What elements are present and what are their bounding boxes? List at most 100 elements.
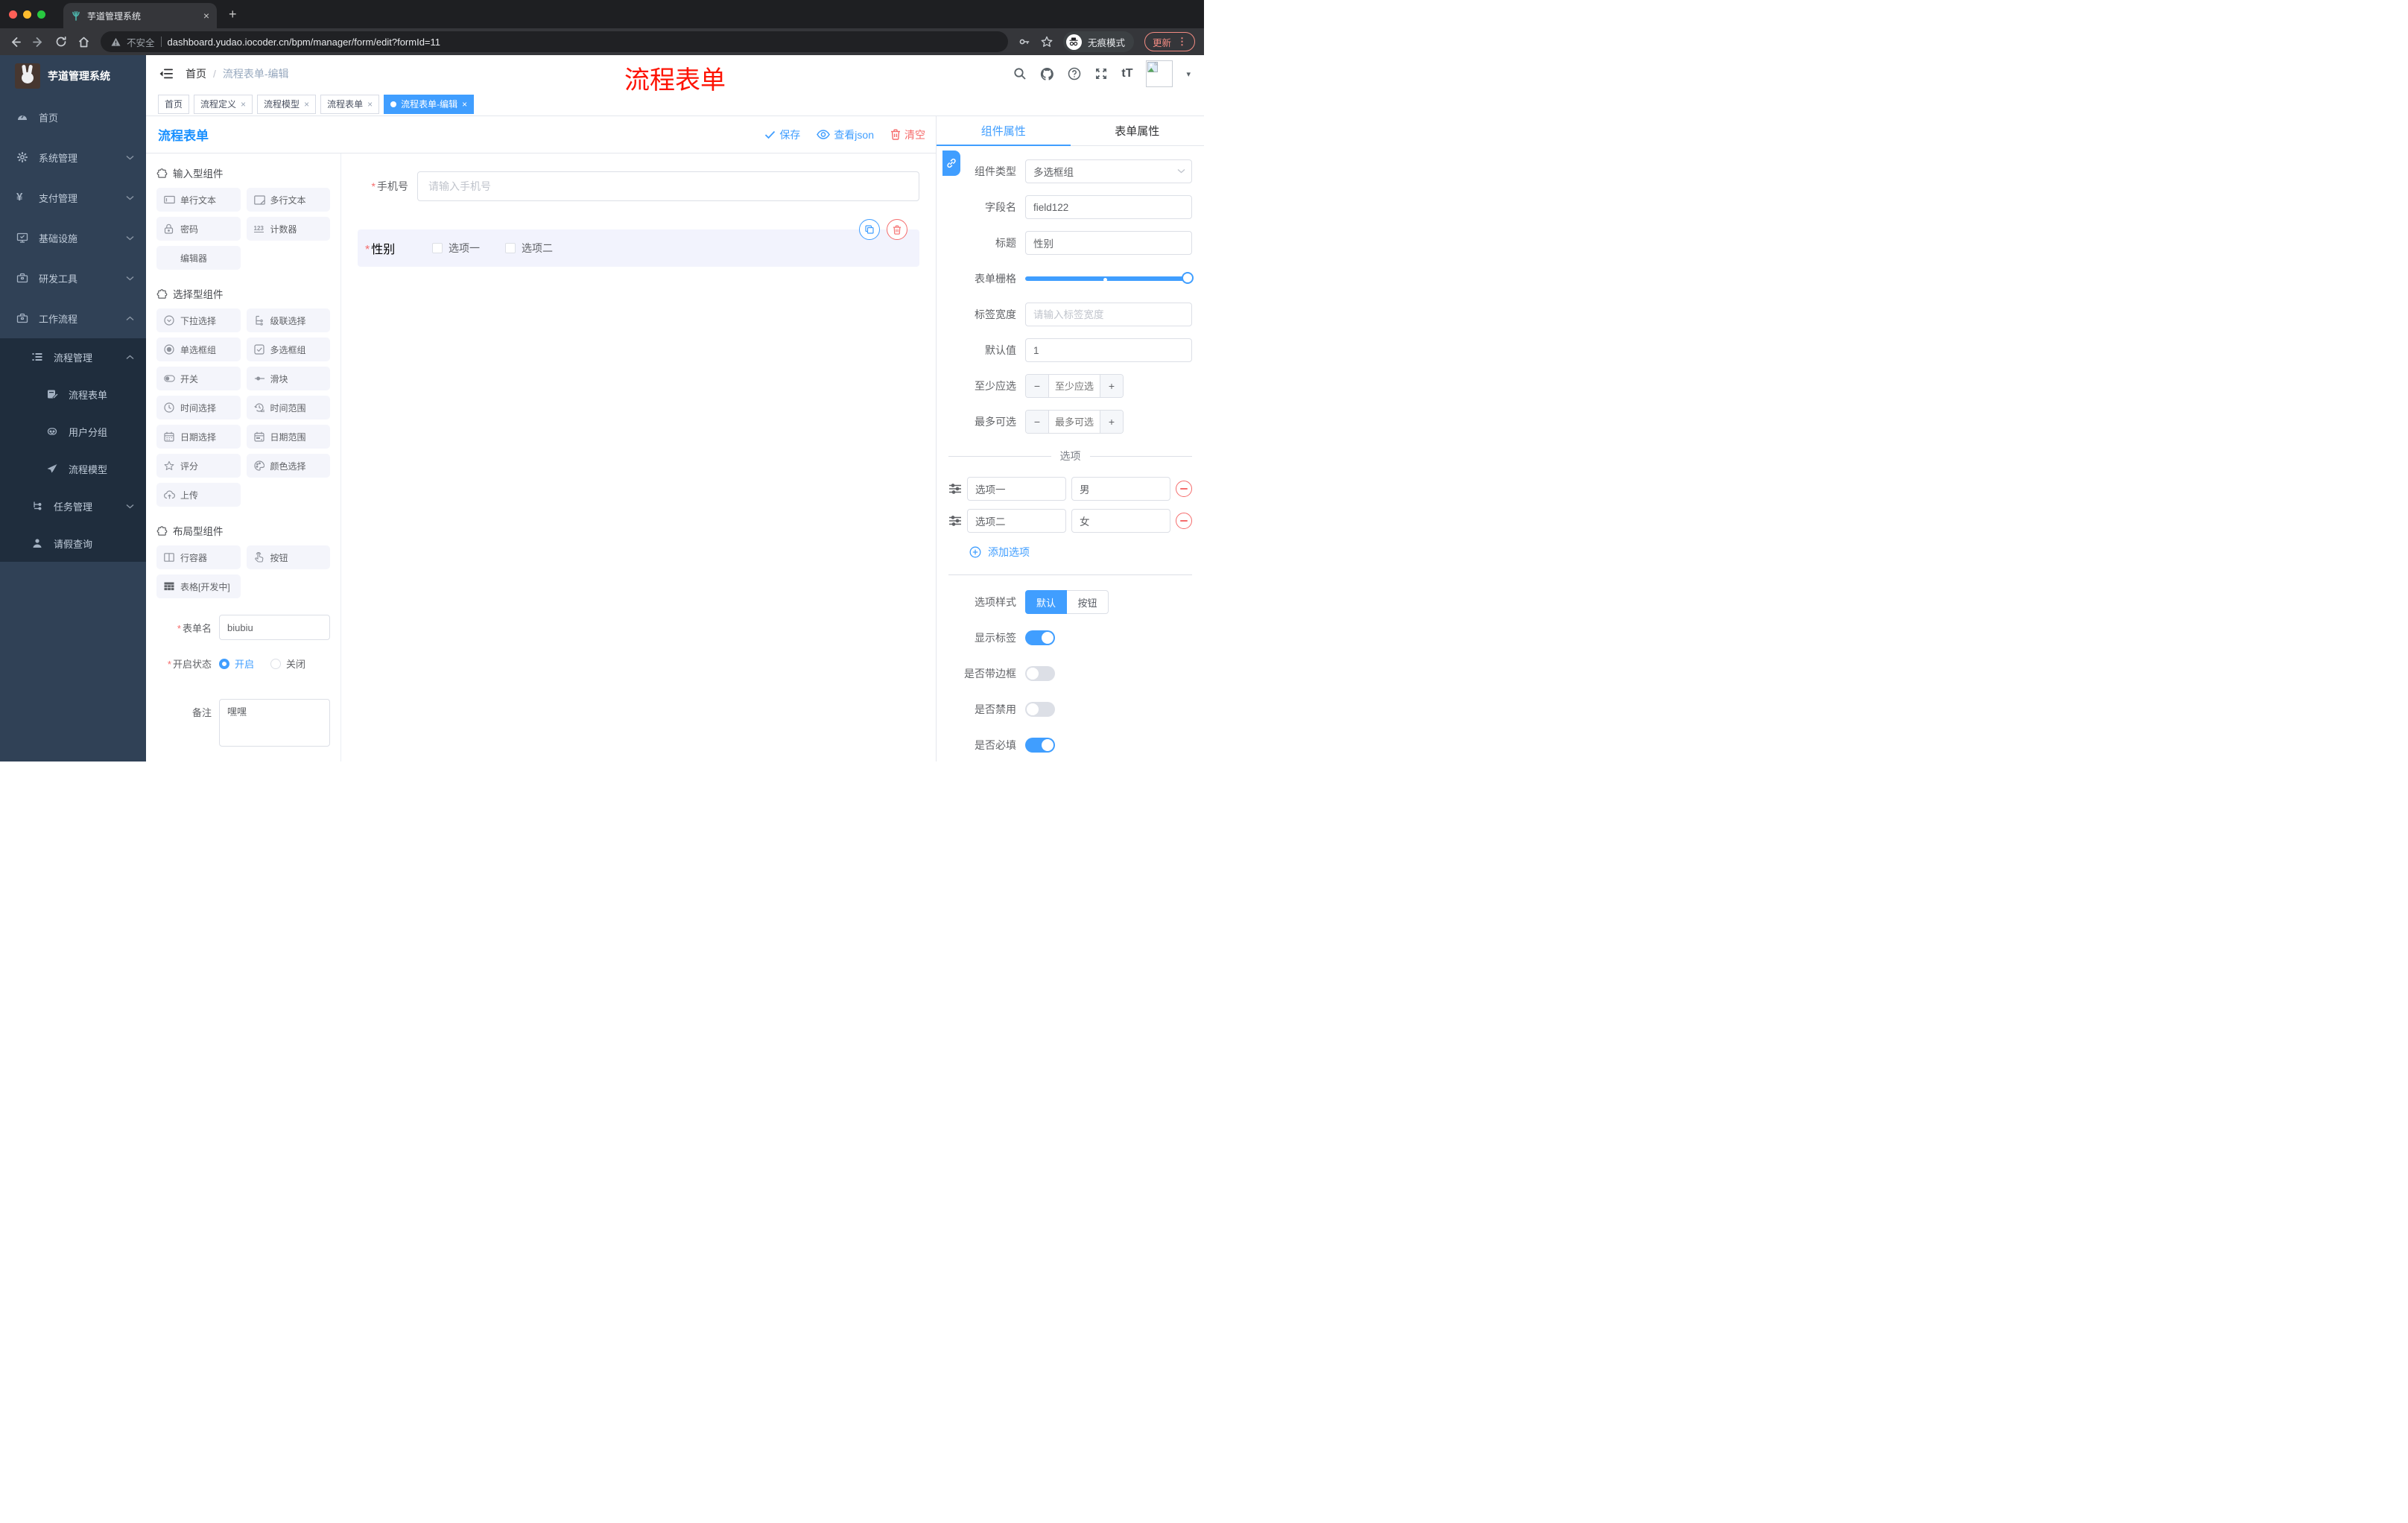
clear-button[interactable]: 清空 xyxy=(890,127,925,142)
drag-handle-icon[interactable] xyxy=(948,515,962,527)
palette-item-table[interactable]: 表格[开发中] xyxy=(156,574,241,598)
decrease-button[interactable]: − xyxy=(1026,411,1049,433)
remove-option-button[interactable] xyxy=(1176,481,1192,497)
tag-process-form-edit[interactable]: 流程表单-编辑 × xyxy=(384,94,475,114)
show-label-switch[interactable] xyxy=(1025,630,1055,645)
save-button[interactable]: 保存 xyxy=(764,127,800,142)
fullscreen-icon[interactable] xyxy=(1094,67,1108,80)
form-remark-textarea[interactable]: 嘿嘿 xyxy=(219,699,330,747)
palette-item-select[interactable]: 下拉选择 xyxy=(156,308,241,332)
disabled-switch[interactable] xyxy=(1025,702,1055,717)
title-input[interactable] xyxy=(1025,231,1192,255)
form-name-input[interactable] xyxy=(219,615,330,640)
option-value-input[interactable] xyxy=(1071,477,1170,501)
help-icon[interactable] xyxy=(1068,67,1081,80)
canvas-item-phone[interactable]: * 手机号 xyxy=(358,171,919,201)
remove-option-button[interactable] xyxy=(1176,513,1192,529)
sidebar-item-task-mgmt[interactable]: 任务管理 xyxy=(0,487,146,525)
checkbox-option-1[interactable]: 选项一 xyxy=(432,241,480,256)
sidebar-item-leave-query[interactable]: 请假查询 xyxy=(0,525,146,562)
github-icon[interactable] xyxy=(1040,67,1054,81)
palette-item-password[interactable]: 密码 xyxy=(156,217,241,241)
sidebar-item-process-form[interactable]: 流程表单 xyxy=(0,376,146,413)
close-icon[interactable]: × xyxy=(462,99,467,110)
sidebar-item-user-group[interactable]: 用户分组 xyxy=(0,413,146,450)
update-button[interactable]: 更新 ⋮ xyxy=(1144,32,1195,51)
drag-handle-icon[interactable] xyxy=(948,483,962,495)
field-name-input[interactable] xyxy=(1025,195,1192,219)
phone-input[interactable] xyxy=(417,171,919,201)
palette-item-date-range[interactable]: 日期范围 xyxy=(246,425,330,449)
sidebar-item-workflow[interactable]: 工作流程 xyxy=(0,298,146,338)
forward-icon[interactable] xyxy=(32,36,45,48)
palette-item-cascade[interactable]: 级联选择 xyxy=(246,308,330,332)
palette-item-button[interactable]: 按钮 xyxy=(246,545,330,569)
add-option-button[interactable]: 添加选项 xyxy=(969,545,1192,560)
checkbox-option-2[interactable]: 选项二 xyxy=(505,241,553,256)
increase-button[interactable]: + xyxy=(1100,375,1123,397)
palette-item-time-range[interactable]: 时间范围 xyxy=(246,396,330,419)
breadcrumb-home[interactable]: 首页 xyxy=(186,66,206,81)
palette-item-counter[interactable]: 123 计数器 xyxy=(246,217,330,241)
palette-item-rate[interactable]: 评分 xyxy=(156,454,241,478)
font-size-icon[interactable]: tT xyxy=(1121,67,1132,80)
style-button-button[interactable]: 按钮 xyxy=(1067,590,1109,614)
status-radio-on[interactable]: 开启 xyxy=(219,656,254,671)
increase-button[interactable]: + xyxy=(1100,411,1123,433)
back-icon[interactable] xyxy=(9,36,22,48)
tab-close-icon[interactable]: × xyxy=(203,10,209,22)
tab-form-props[interactable]: 表单属性 xyxy=(1071,116,1205,145)
checkbox-box[interactable] xyxy=(432,243,443,253)
caret-down-icon[interactable]: ▾ xyxy=(1186,69,1191,79)
home-icon[interactable] xyxy=(77,36,90,48)
max-checked-input[interactable] xyxy=(1049,411,1100,433)
minimize-window-button[interactable] xyxy=(23,10,31,19)
reload-icon[interactable] xyxy=(55,36,67,48)
min-checked-input[interactable] xyxy=(1049,375,1100,397)
delete-item-button[interactable] xyxy=(887,219,907,240)
sidebar-item-process-mgmt[interactable]: 流程管理 xyxy=(0,338,146,376)
browser-menu-icon[interactable]: ⋮ xyxy=(1177,36,1187,48)
option-name-input[interactable] xyxy=(967,509,1066,533)
palette-item-time-picker[interactable]: 时间选择 xyxy=(156,396,241,419)
palette-item-single-text[interactable]: 单行文本 xyxy=(156,188,241,212)
palette-item-switch[interactable]: 开关 xyxy=(156,367,241,390)
close-icon[interactable]: × xyxy=(304,99,309,110)
sidebar-item-system[interactable]: 系统管理 xyxy=(0,137,146,177)
palette-item-slider[interactable]: 滑块 xyxy=(246,367,330,390)
browser-tab[interactable]: 芋道管理系统 × xyxy=(63,3,217,28)
component-type-select[interactable]: 多选框组 xyxy=(1025,159,1192,183)
url-text[interactable]: dashboard.yudao.iocoder.cn/bpm/manager/f… xyxy=(168,37,441,48)
palette-item-row-container[interactable]: 行容器 xyxy=(156,545,241,569)
zoom-window-button[interactable] xyxy=(37,10,45,19)
required-switch[interactable] xyxy=(1025,738,1055,753)
close-icon[interactable]: × xyxy=(367,99,373,110)
bookmark-star-icon[interactable] xyxy=(1041,36,1053,48)
palette-item-radio-group[interactable]: 单选框组 xyxy=(156,338,241,361)
sidebar-item-home[interactable]: 首页 xyxy=(0,97,146,137)
palette-item-multi-text[interactable]: 多行文本 xyxy=(246,188,330,212)
tag-process-model[interactable]: 流程模型 × xyxy=(257,94,317,114)
sidebar-item-process-model[interactable]: 流程模型 xyxy=(0,450,146,487)
key-icon[interactable] xyxy=(1018,36,1030,48)
close-icon[interactable]: × xyxy=(241,99,246,110)
checkbox-box[interactable] xyxy=(505,243,516,253)
sidebar-item-devtools[interactable]: 研发工具 xyxy=(0,258,146,298)
palette-item-date-picker[interactable]: 日期选择 xyxy=(156,425,241,449)
option-name-input[interactable] xyxy=(967,477,1066,501)
status-radio-off[interactable]: 关闭 xyxy=(270,656,305,671)
sidebar-item-payment[interactable]: ¥ 支付管理 xyxy=(0,177,146,218)
tag-process-form[interactable]: 流程表单 × xyxy=(320,94,380,114)
close-window-button[interactable] xyxy=(9,10,17,19)
search-icon[interactable] xyxy=(1013,67,1027,80)
border-switch[interactable] xyxy=(1025,666,1055,681)
sidebar-fold-icon[interactable] xyxy=(159,68,174,80)
palette-item-checkbox-group[interactable]: 多选框组 xyxy=(246,338,330,361)
slider-handle[interactable] xyxy=(1182,272,1194,284)
label-width-input[interactable] xyxy=(1025,303,1192,326)
view-json-button[interactable]: 查看json xyxy=(817,127,874,142)
canvas-item-gender-selected[interactable]: * 性别 选项一 选项二 xyxy=(358,219,919,267)
tag-home[interactable]: 首页 xyxy=(158,94,190,114)
copy-item-button[interactable] xyxy=(859,219,880,240)
new-tab-button[interactable]: + xyxy=(229,7,237,22)
